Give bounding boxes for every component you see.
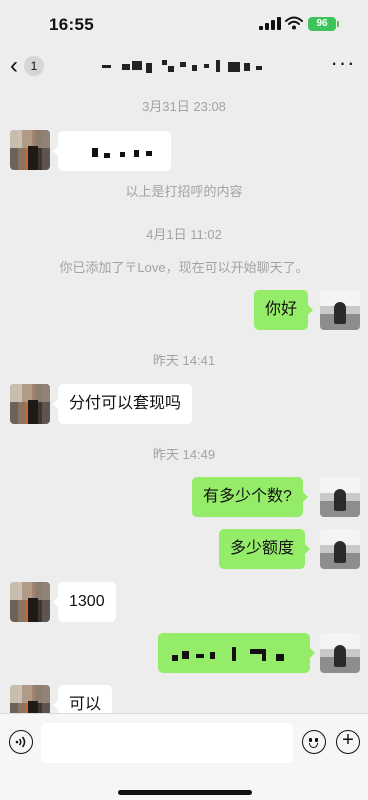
- wifi-icon: [285, 16, 303, 30]
- contact-avatar[interactable]: [10, 130, 50, 170]
- voice-icon: [15, 736, 26, 748]
- message-bubble-received[interactable]: 1300: [53, 582, 116, 622]
- voice-input-button[interactable]: [9, 730, 33, 754]
- my-avatar[interactable]: [320, 477, 360, 517]
- emoji-button[interactable]: [302, 730, 326, 754]
- plus-icon[interactable]: +: [336, 730, 360, 754]
- my-avatar[interactable]: [320, 529, 360, 569]
- my-avatar[interactable]: [320, 633, 360, 673]
- more-options-button[interactable]: ···: [328, 52, 358, 79]
- battery-icon: 96: [308, 17, 339, 31]
- status-time: 16:55: [49, 15, 94, 34]
- message-bubble-sent-redacted[interactable]: [158, 633, 315, 673]
- timestamp: 4月1日 11:02: [146, 227, 222, 242]
- chat-header: ‹ 1 ···: [0, 48, 368, 86]
- message-bubble-received[interactable]: 分付可以套现吗: [52, 384, 193, 424]
- contact-avatar[interactable]: [10, 384, 50, 424]
- message-bubble-received-redacted[interactable]: [53, 131, 171, 171]
- message-bubble-sent[interactable]: 多少额度: [219, 529, 311, 569]
- chevron-left-icon: ‹: [10, 52, 18, 79]
- message-bubble-sent[interactable]: 有多少个数?: [192, 477, 308, 517]
- back-button[interactable]: ‹ 1: [10, 51, 44, 81]
- timestamp: 昨天 14:41: [152, 353, 216, 368]
- chat-title-redacted: [100, 58, 270, 74]
- message-bubble-sent[interactable]: 你好: [254, 290, 314, 330]
- signal-icon: [259, 17, 281, 30]
- unread-badge: 1: [24, 56, 44, 76]
- status-bar: 16:55 96: [0, 0, 368, 48]
- timestamp: 3月31日 23:08: [142, 99, 226, 114]
- chat-input-bar: +: [0, 713, 368, 800]
- home-indicator: [118, 790, 252, 795]
- emoji-icon: [309, 738, 312, 742]
- system-message: 以上是打招呼的内容: [125, 184, 243, 199]
- my-avatar[interactable]: [320, 290, 360, 330]
- timestamp: 昨天 14:49: [152, 447, 216, 462]
- system-message: 你已添加了〒Love，现在可以开始聊天了。: [59, 260, 309, 275]
- message-input[interactable]: [41, 723, 293, 763]
- contact-avatar[interactable]: [10, 582, 50, 622]
